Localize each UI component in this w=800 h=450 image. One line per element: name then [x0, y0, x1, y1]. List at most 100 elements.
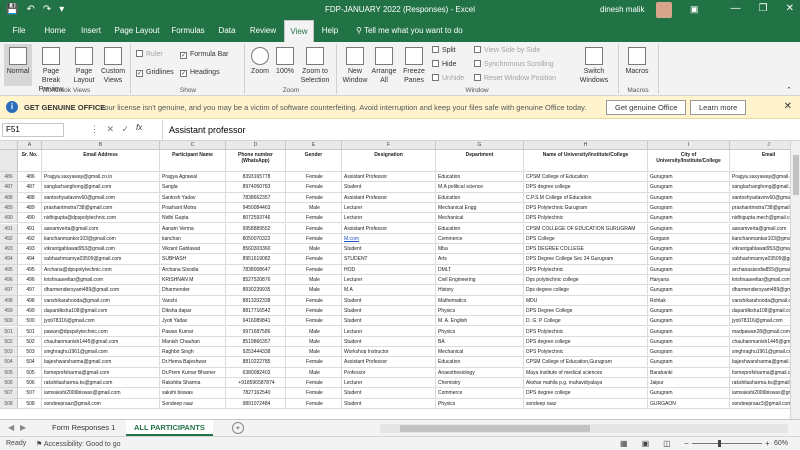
- table-cell[interactable]: Dr.Prem Kumar Bharner: [160, 367, 226, 378]
- table-cell[interactable]: subhashmanrya03509@gmail.com: [730, 254, 790, 265]
- table-cell[interactable]: 493: [18, 244, 42, 255]
- table-cell[interactable]: Female: [286, 192, 342, 203]
- zoom-button[interactable]: Zoom: [248, 44, 272, 76]
- table-cell[interactable]: dapardiksha108@gmail.com: [42, 305, 160, 317]
- table-cell[interactable]: Student: [342, 305, 436, 317]
- table-cell[interactable]: kanchanmankor103@gmail.com: [42, 233, 160, 245]
- maximize-button[interactable]: ❐: [759, 3, 768, 14]
- table-cell[interactable]: 500: [18, 316, 42, 327]
- table-cell[interactable]: 499: [18, 305, 42, 317]
- column-header[interactable]: F: [342, 141, 436, 150]
- row-header[interactable]: 490: [0, 213, 18, 224]
- table-cell[interactable]: sakshi biswas: [160, 388, 226, 399]
- table-cell[interactable]: Female: [286, 172, 342, 183]
- reset-position-button[interactable]: Reset Window Position: [474, 74, 556, 84]
- tab-review[interactable]: Review: [244, 20, 282, 42]
- formula-bar-checkbox[interactable]: ✓ Formula Bar: [180, 50, 229, 60]
- sheet-tab-all-participants[interactable]: ALL PARTICIPANTS: [126, 420, 213, 436]
- table-cell[interactable]: sondeepraaz3@gmail.com: [730, 399, 790, 409]
- table-cell[interactable]: 507: [18, 388, 42, 399]
- page-layout-status-icon[interactable]: ▣: [642, 439, 650, 448]
- table-cell[interactable]: Workshop Instructor: [342, 347, 436, 358]
- table-cell[interactable]: Student: [342, 398, 436, 409]
- table-cell[interactable]: Female: [286, 223, 342, 234]
- name-box[interactable]: F51: [2, 123, 64, 137]
- table-cell[interactable]: 488: [18, 192, 42, 203]
- table-cell[interactable]: Assistant Professor: [342, 223, 436, 234]
- table-cell[interactable]: Dr.Hema Bajeshwar: [160, 357, 226, 368]
- table-cell[interactable]: Commerce: [436, 388, 524, 399]
- table-cell[interactable]: 9971687586: [226, 326, 286, 337]
- tab-file[interactable]: File: [6, 20, 32, 42]
- table-cell[interactable]: 489: [18, 202, 42, 214]
- new-window-button[interactable]: New Window: [340, 44, 370, 85]
- table-cell[interactable]: Raghbir Singh: [160, 347, 226, 358]
- sheet-next-icon[interactable]: ▶: [20, 423, 26, 432]
- table-cell[interactable]: pawan@dpspolytechnic.com: [42, 326, 160, 337]
- table-cell[interactable]: DPS Polytechnic Gurugram: [524, 202, 648, 214]
- sheet-tab-form-responses[interactable]: Form Responses 1: [44, 420, 123, 436]
- column-header[interactable]: J: [730, 141, 790, 150]
- table-cell[interactable]: Gurugram: [648, 347, 730, 358]
- table-cell[interactable]: nidhigupta@dpspolytechnic.com: [42, 213, 160, 224]
- table-cell[interactable]: Student: [342, 336, 436, 348]
- table-cell[interactable]: nidhigupta.mech@gmail.com: [730, 213, 790, 224]
- tab-home[interactable]: Home: [38, 20, 72, 42]
- table-cell[interactable]: 8813202338: [226, 295, 286, 306]
- table-cell[interactable]: 8817716542: [226, 305, 286, 317]
- worksheet-grid[interactable]: A B C D E F G H I J Sr. No. Email Address Participan…: [0, 141, 790, 419]
- table-cell[interactable]: Lecturer: [342, 213, 436, 224]
- table-cell[interactable]: Prashant Motra: [160, 202, 226, 214]
- table-cell[interactable]: Student: [342, 295, 436, 306]
- table-cell[interactable]: Student: [342, 182, 436, 193]
- table-cell[interactable]: GURGAON: [648, 398, 730, 409]
- table-cell[interactable]: iamsakshi2006biswas@gmail.com: [730, 388, 790, 399]
- table-cell[interactable]: 501: [18, 326, 42, 337]
- table-cell[interactable]: Rakshita Sharma: [160, 378, 226, 389]
- table-cell[interactable]: 491: [18, 223, 42, 234]
- table-cell[interactable]: Pragya.saxyaway@gmail.co.in: [42, 172, 160, 183]
- table-cell[interactable]: Professor: [342, 367, 436, 378]
- table-cell[interactable]: M.A: [342, 285, 436, 296]
- tab-data[interactable]: Data: [212, 20, 242, 42]
- table-cell[interactable]: DMLT: [436, 264, 524, 275]
- page-break-status-icon[interactable]: ◫: [663, 439, 671, 448]
- table-cell[interactable]: Pragya Agrawal: [160, 172, 226, 183]
- row-header[interactable]: 507: [0, 388, 18, 399]
- custom-views-button[interactable]: Custom Views: [99, 44, 127, 85]
- row-header[interactable]: 505: [0, 367, 18, 378]
- arrange-all-button[interactable]: Arrange All: [371, 44, 397, 85]
- table-cell[interactable]: madpawan28@gmail.com: [730, 327, 790, 337]
- table-cell[interactable]: jyoti78316@gmail.com: [730, 316, 790, 327]
- table-cell[interactable]: jyoti78316@gmail.com: [42, 316, 160, 327]
- table-cell[interactable]: D. G. P College: [524, 316, 648, 327]
- accessibility-status[interactable]: ⚑ Accessibility: Good to go: [36, 440, 121, 448]
- table-cell[interactable]: DPS Degree College Sec 34 Gurugram: [524, 254, 648, 265]
- table-cell[interactable]: krishnaaveltar@gmail.com: [730, 275, 790, 286]
- table-cell[interactable]: Gurugram: [648, 316, 730, 327]
- table-cell[interactable]: DPS College: [524, 233, 648, 245]
- tab-page-layout[interactable]: Page Layout: [110, 20, 164, 42]
- row-header[interactable]: 501: [0, 326, 18, 337]
- table-cell[interactable]: Barabanki: [648, 367, 730, 378]
- table-cell[interactable]: Jaipur: [648, 378, 730, 389]
- table-cell[interactable]: 503: [18, 347, 42, 358]
- table-cell[interactable]: Aanam Verma: [160, 223, 226, 234]
- table-cell[interactable]: 6380082403: [226, 367, 286, 378]
- table-cell[interactable]: 508: [18, 398, 42, 409]
- table-cell[interactable]: 490: [18, 213, 42, 224]
- table-cell[interactable]: Gurugram: [648, 223, 730, 234]
- table-cell[interactable]: Education: [436, 357, 524, 368]
- table-cell[interactable]: 7827162540: [226, 388, 286, 399]
- row-header[interactable]: 497: [0, 285, 18, 296]
- zoom-slider[interactable]: [692, 443, 762, 444]
- table-cell[interactable]: 505: [18, 367, 42, 378]
- table-cell[interactable]: 504: [18, 357, 42, 368]
- table-cell[interactable]: santoshyadavmv60@gmail.com: [730, 193, 790, 203]
- column-header[interactable]: B: [42, 141, 160, 150]
- table-cell[interactable]: Physics: [436, 305, 524, 317]
- formula-input[interactable]: Assistant professor: [162, 120, 792, 140]
- table-cell[interactable]: iamsakshi2006biswas@gmail.com: [42, 388, 160, 399]
- row-header[interactable]: 487: [0, 182, 18, 193]
- tab-help[interactable]: Help: [316, 20, 344, 42]
